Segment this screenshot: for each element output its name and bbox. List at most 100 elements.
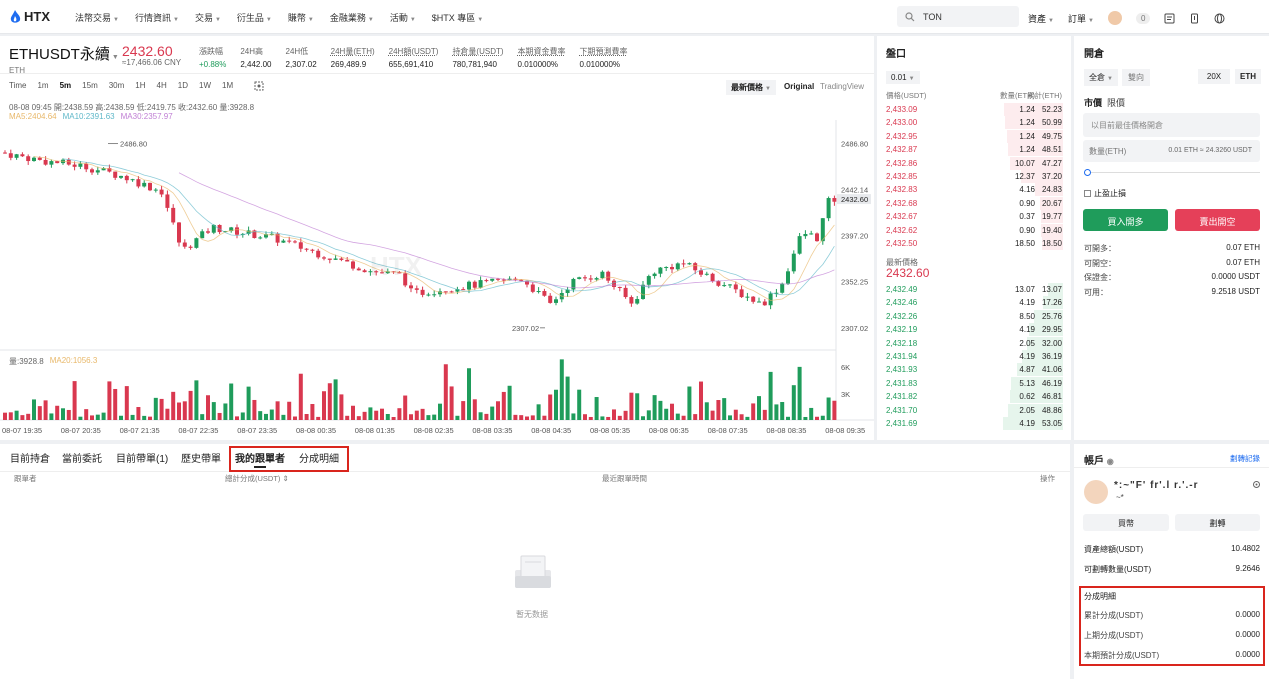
- candle: [554, 299, 558, 303]
- tf-1d[interactable]: 1D: [178, 81, 188, 91]
- tpsl-checkbox[interactable]: 止盈止損: [1084, 188, 1126, 199]
- buy-long-button[interactable]: 買入開多: [1083, 209, 1168, 231]
- book-row[interactable]: 2,432.83 4.16 24.83: [877, 183, 1071, 197]
- tf-1m[interactable]: 1m: [37, 81, 48, 91]
- book-row[interactable]: 2,432.26 8.50 25.76: [877, 309, 1071, 323]
- tf-4h[interactable]: 4H: [157, 81, 167, 91]
- avatar[interactable]: [1107, 11, 1122, 25]
- book-row[interactable]: 2,432.50 18.50 18.50: [877, 237, 1071, 250]
- volume-bar: [496, 401, 500, 420]
- volume-bar: [751, 403, 756, 420]
- unit-button[interactable]: ETH: [1235, 69, 1261, 84]
- book-row[interactable]: 2,432.62 0.90 19.40: [877, 223, 1071, 237]
- book-row[interactable]: 2,431.70 2.05 48.86: [877, 403, 1071, 417]
- tf-1w[interactable]: 1W: [199, 81, 211, 91]
- price-input[interactable]: 以目前最佳價格開倉: [1083, 113, 1260, 137]
- book-row[interactable]: 2,432.46 4.19 17.26: [877, 296, 1071, 310]
- volume-bar: [536, 404, 541, 420]
- candle: [148, 182, 152, 191]
- book-row[interactable]: 2,433.00 1.24 50.99: [877, 116, 1071, 130]
- volume-bar: [641, 416, 645, 420]
- nav-markets[interactable]: 行情資訊 ▼: [135, 11, 179, 24]
- price-type-select[interactable]: 最新價格 ▼: [726, 80, 776, 95]
- book-row[interactable]: 2,431.94 4.19 36.19: [877, 350, 1071, 363]
- tf-1mo[interactable]: 1M: [222, 81, 233, 91]
- book-row[interactable]: 2,432.67 0.37 19.77: [877, 210, 1071, 224]
- book-row[interactable]: 2,431.93 4.87 41.06: [877, 363, 1071, 377]
- leverage-button[interactable]: 20X: [1198, 69, 1230, 84]
- settings-icon[interactable]: [1252, 480, 1261, 489]
- book-row[interactable]: 2,433.09 1.24 52.23: [877, 103, 1071, 116]
- book-row[interactable]: 2,431.69 4.19 53.05: [877, 417, 1071, 430]
- margin-mode-select[interactable]: 全倉 ▼: [1084, 69, 1118, 86]
- precision-select[interactable]: 0.01 ▼: [886, 71, 920, 84]
- slider-handle[interactable]: [1084, 169, 1091, 176]
- position-mode[interactable]: 雙向: [1122, 69, 1150, 86]
- tf-5m[interactable]: 5m: [60, 81, 72, 91]
- tab-market[interactable]: 市價: [1084, 96, 1102, 109]
- volume-bar: [768, 371, 773, 420]
- nav-orders[interactable]: 訂單 ▼: [1068, 12, 1094, 25]
- candle: [623, 287, 628, 298]
- book-row[interactable]: 2,432.86 10.07 47.27: [877, 156, 1071, 170]
- tab-positions[interactable]: 目前持倉: [10, 450, 50, 465]
- tf-15m[interactable]: 15m: [82, 81, 98, 91]
- book-row[interactable]: 2,432.19 4.19 29.95: [877, 323, 1071, 337]
- candle: [652, 273, 657, 277]
- tf-30m[interactable]: 30m: [109, 81, 125, 91]
- tf-1h[interactable]: 1H: [135, 81, 145, 91]
- book-row[interactable]: 2,432.95 1.24 49.75: [877, 129, 1071, 143]
- amount-slider[interactable]: [1084, 172, 1260, 173]
- tab-limit[interactable]: 限價: [1107, 96, 1125, 109]
- volume-bar: [194, 380, 199, 420]
- transfer-record-link[interactable]: 劃轉記錄: [1230, 453, 1260, 464]
- col-total-share[interactable]: 總計分成(USDT) ⇕: [225, 473, 289, 484]
- view-original[interactable]: Original: [784, 82, 814, 91]
- book-row[interactable]: 2,432.85 12.37 37.20: [877, 170, 1071, 183]
- book-row[interactable]: 2,432.87 1.24 48.51: [877, 143, 1071, 157]
- eye-icon[interactable]: ◉: [1107, 457, 1114, 466]
- book-row[interactable]: 2,431.82 0.62 46.81: [877, 390, 1071, 404]
- book-row[interactable]: 2,432.68 0.90 20.67: [877, 196, 1071, 210]
- candlestick-chart[interactable]: 2486.80 2442.14 2397.20 2352.25 2307.02 2432.…: [0, 120, 874, 440]
- symbol-name: ETHUSDT永續: [9, 46, 110, 63]
- transfer-button[interactable]: 劃轉: [1175, 514, 1260, 531]
- tf-time[interactable]: Time: [9, 81, 26, 91]
- book-price: 2,433.00: [886, 118, 918, 128]
- nav-earn[interactable]: 賺幣 ▼: [288, 11, 314, 24]
- volume-bar: [409, 414, 413, 420]
- candle: [710, 273, 715, 282]
- nav-events[interactable]: 活動 ▼: [390, 11, 416, 24]
- download-icon[interactable]: [1189, 13, 1200, 24]
- tab-current-lead[interactable]: 目前帶單(1): [116, 450, 168, 465]
- timeframe-bar: Time 1m 5m 15m 30m 1H 4H 1D 1W 1M: [9, 81, 264, 91]
- nav-trade[interactable]: 交易 ▼: [195, 11, 221, 24]
- quantity-input[interactable]: 數量(ETH) 0.01 ETH ≈ 24.3260 USDT: [1083, 140, 1260, 162]
- avatar[interactable]: [1084, 480, 1108, 504]
- globe-icon[interactable]: [1214, 13, 1225, 24]
- nav-fiat[interactable]: 法幣交易 ▼: [75, 11, 119, 24]
- nav-derivatives[interactable]: 衍生品 ▼: [237, 11, 272, 24]
- buy-crypto-button[interactable]: 買幣: [1083, 514, 1169, 531]
- symbol-selector[interactable]: ETHUSDT永續 ▼ ETH: [9, 43, 119, 75]
- badge[interactable]: 0: [1135, 12, 1151, 24]
- volume-bar: [403, 395, 408, 420]
- volume-bar: [786, 416, 790, 420]
- sell-short-button[interactable]: 賣出開空: [1175, 209, 1260, 231]
- book-row[interactable]: 2,431.83 5.13 46.19: [877, 376, 1071, 390]
- tab-open-orders[interactable]: 當前委託: [62, 450, 102, 465]
- volume-bar: [78, 416, 83, 420]
- screenshot-icon[interactable]: [254, 81, 264, 91]
- message-icon[interactable]: [1164, 13, 1175, 24]
- book-row[interactable]: 2,432.18 2.05 32.00: [877, 336, 1071, 350]
- tab-history-lead[interactable]: 歷史帶單: [181, 450, 221, 465]
- book-row[interactable]: 2,432.49 13.07 13.07: [877, 283, 1071, 296]
- candle: [803, 233, 808, 237]
- nav-htx-zone[interactable]: $HTX 專區 ▼: [432, 11, 483, 24]
- htx-logo[interactable]: HTX: [10, 9, 50, 24]
- candle: [588, 278, 593, 280]
- search-input[interactable]: TON: [897, 6, 1019, 27]
- nav-assets[interactable]: 資產 ▼: [1028, 12, 1054, 25]
- nav-finance[interactable]: 金融業務 ▼: [330, 11, 374, 24]
- view-tradingview[interactable]: TradingView: [820, 82, 864, 91]
